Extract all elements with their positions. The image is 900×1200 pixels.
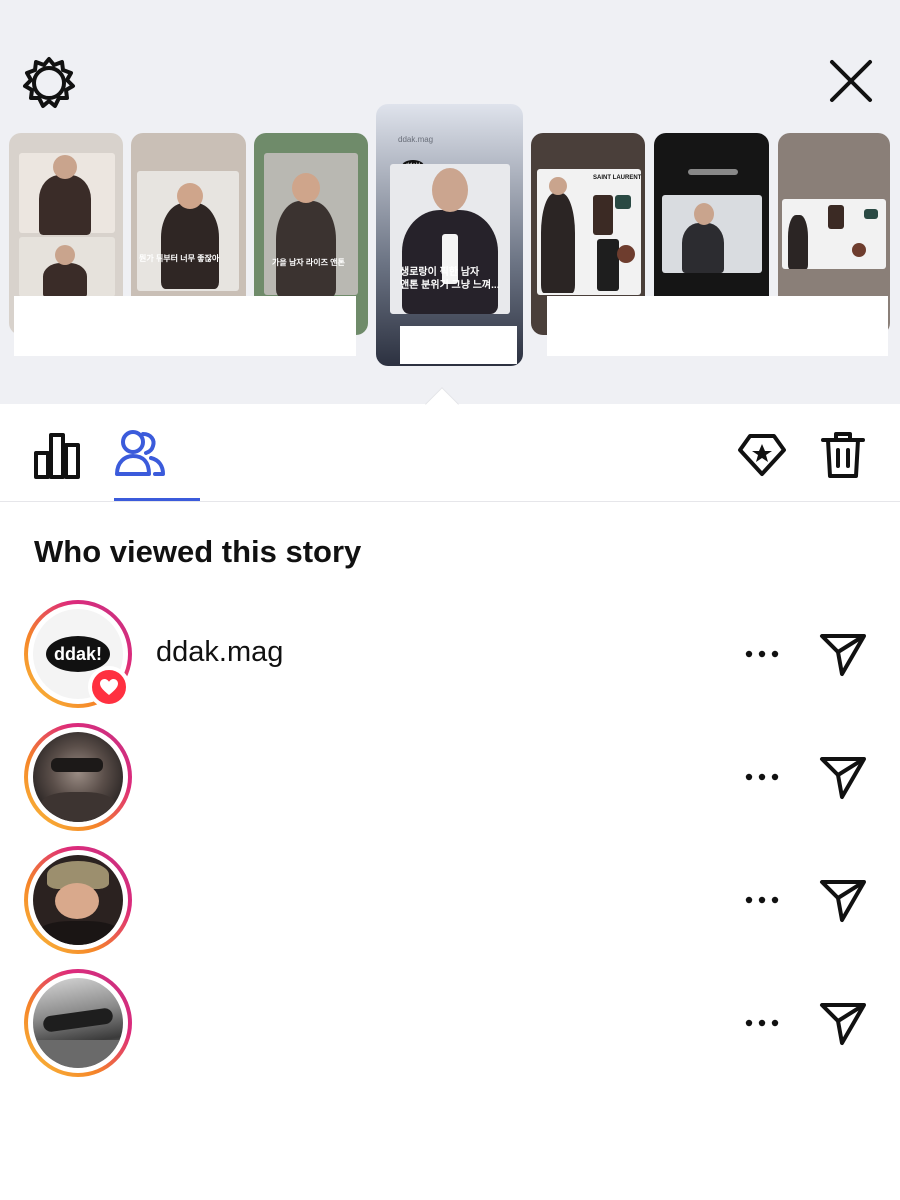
- more-icon: [745, 650, 779, 658]
- tab-bar: [0, 404, 900, 502]
- send-message-button[interactable]: [818, 751, 868, 801]
- section-title: Who viewed this story: [34, 534, 362, 569]
- thumbnail-caption: 가을 남자 라이즈 앤톤: [272, 258, 345, 267]
- redaction-bar: [400, 326, 517, 364]
- delete-button[interactable]: [818, 428, 868, 482]
- thumbnail-caption: 생로랑이 픽한 남자 앤톤 분위기 그냥 느껴...: [400, 267, 500, 291]
- tab-insights[interactable]: [30, 430, 84, 482]
- more-icon: [745, 896, 779, 904]
- send-message-button[interactable]: [818, 997, 868, 1047]
- story-strip-area: 뭔가 뒤부터 너무 좋잖아 가을 남자 라이즈 앤톤 ddak.mag ddak…: [0, 0, 900, 404]
- heart-icon: [100, 679, 118, 695]
- more-icon: [745, 773, 779, 781]
- star-badge-icon: [738, 434, 786, 476]
- send-icon: [820, 880, 866, 922]
- gear-icon: [23, 57, 75, 108]
- send-icon: [820, 1003, 866, 1045]
- highlight-button[interactable]: [734, 430, 790, 480]
- active-tab-indicator: [114, 498, 200, 501]
- send-icon: [820, 757, 866, 799]
- send-icon: [820, 634, 866, 676]
- viewer-avatar[interactable]: [24, 969, 132, 1077]
- more-options-button[interactable]: [742, 644, 782, 664]
- send-message-button[interactable]: [818, 628, 868, 678]
- viewer-avatar[interactable]: [24, 723, 132, 831]
- more-options-button[interactable]: [742, 1013, 782, 1033]
- more-options-button[interactable]: [742, 890, 782, 910]
- liked-badge: [88, 666, 130, 708]
- close-icon: [830, 60, 872, 102]
- thumbnail-top-label: ddak.mag: [398, 135, 434, 144]
- people-icon: [115, 430, 165, 476]
- more-options-button[interactable]: [742, 767, 782, 787]
- close-button[interactable]: [824, 54, 878, 108]
- thumbnail-caption: SAINT LAURENT: [593, 175, 642, 181]
- thumbnail-caption: 뭔가 뒤부터 너무 좋잖아: [139, 254, 220, 263]
- viewers-panel: [0, 404, 900, 1200]
- settings-button[interactable]: [22, 56, 76, 110]
- tab-viewers[interactable]: [112, 426, 168, 482]
- trash-icon: [821, 432, 865, 478]
- redaction-bar: [547, 296, 888, 356]
- bar-chart-icon: [34, 433, 80, 479]
- redaction-bar: [14, 296, 356, 356]
- more-icon: [745, 1019, 779, 1027]
- viewer-username[interactable]: ddak.mag: [156, 636, 283, 669]
- viewer-avatar[interactable]: [24, 846, 132, 954]
- send-message-button[interactable]: [818, 874, 868, 924]
